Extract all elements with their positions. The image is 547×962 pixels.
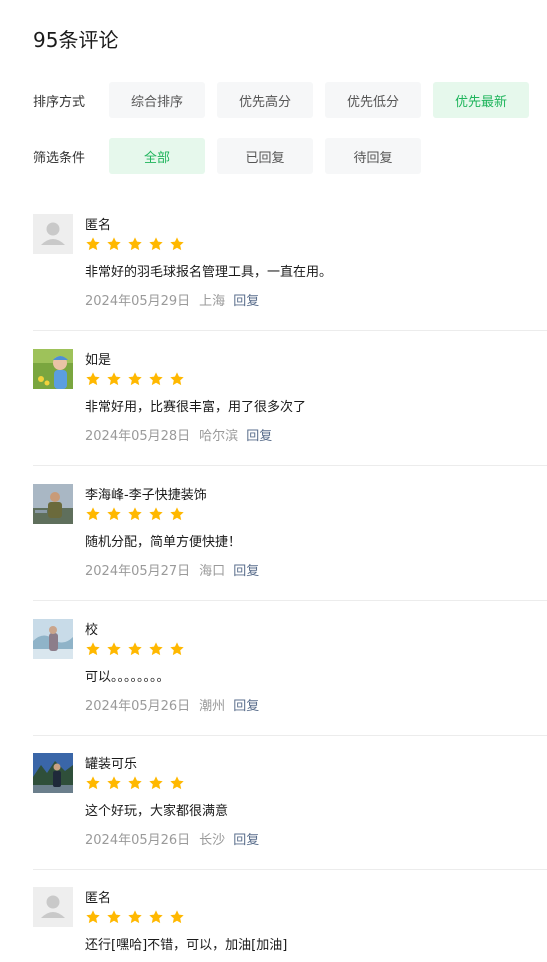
rating-stars <box>85 236 190 252</box>
star-icon <box>149 910 163 924</box>
default-avatar-icon[interactable] <box>33 887 73 927</box>
sort-row: 排序方式 综合排序 优先高分 优先低分 优先最新 <box>33 82 541 118</box>
star-icon <box>170 507 184 521</box>
review-item: 匿名 还行[嘿哈]不错，可以，加油[加油] <box>33 869 547 962</box>
review-username[interactable]: 罐装可乐 <box>85 753 137 772</box>
review-username[interactable]: 匿名 <box>85 887 111 906</box>
review-location: 哈尔滨 <box>199 429 239 444</box>
default-avatar-icon[interactable] <box>33 214 73 254</box>
filter-option-replied[interactable]: 已回复 <box>217 138 313 174</box>
review-username[interactable]: 如是 <box>85 349 111 368</box>
reply-button[interactable]: 回复 <box>246 425 272 444</box>
reply-button[interactable]: 回复 <box>233 829 259 848</box>
review-date: 2024年05月26日 <box>85 833 191 848</box>
review-text: 这个好玩，大家都很满意 <box>85 804 229 819</box>
rating-stars <box>85 641 190 657</box>
review-date: 2024年05月26日 <box>85 699 191 714</box>
review-meta: 2024年05月29日 上海 回复 <box>85 290 259 309</box>
reply-button[interactable]: 回复 <box>233 290 259 309</box>
star-icon <box>149 372 163 386</box>
star-icon <box>170 776 184 790</box>
review-username[interactable]: 匿名 <box>85 214 111 233</box>
star-icon <box>149 507 163 521</box>
star-icon <box>128 776 142 790</box>
review-item: 罐装可乐 这个好玩，大家都很满意 2024年05月26日 长沙 回复 <box>33 735 547 870</box>
review-text: 非常好用，比赛很丰富，用了很多次了 <box>85 400 307 415</box>
user-avatar[interactable] <box>33 619 73 659</box>
review-username[interactable]: 李海峰-李子快捷装饰 <box>85 484 207 503</box>
star-icon <box>107 237 121 251</box>
review-item: 如是 非常好用，比赛很丰富，用了很多次了 2024年05月28日 哈尔滨 回复 <box>33 331 547 466</box>
reply-button[interactable]: 回复 <box>233 695 259 714</box>
rating-stars <box>85 371 190 387</box>
star-icon <box>107 372 121 386</box>
filter-row: 筛选条件 全部 已回复 待回复 <box>33 138 433 174</box>
star-icon <box>170 372 184 386</box>
review-text: 还行[嘿哈]不错，可以，加油[加油] <box>85 938 288 953</box>
user-avatar[interactable] <box>33 484 73 524</box>
star-icon <box>170 237 184 251</box>
review-text: 随机分配，简单方便快捷！ <box>85 535 242 550</box>
rating-stars <box>85 506 190 522</box>
review-username[interactable]: 校 <box>85 619 98 638</box>
filter-option-pending[interactable]: 待回复 <box>325 138 421 174</box>
sort-option-newest[interactable]: 优先最新 <box>433 82 529 118</box>
star-icon <box>86 642 100 656</box>
review-meta: 2024年05月27日 海口 回复 <box>85 560 259 579</box>
star-icon <box>128 642 142 656</box>
review-location: 长沙 <box>199 833 226 848</box>
star-icon <box>107 910 121 924</box>
review-text: 可以。。。。。。。。 <box>85 670 170 685</box>
star-icon <box>107 776 121 790</box>
reply-button[interactable]: 回复 <box>233 560 259 579</box>
review-item: 李海峰-李子快捷装饰 随机分配，简单方便快捷！ 2024年05月27日 海口 回… <box>33 466 547 601</box>
review-location: 上海 <box>199 294 226 309</box>
star-icon <box>170 910 184 924</box>
star-icon <box>128 910 142 924</box>
star-icon <box>107 507 121 521</box>
review-meta: 2024年05月26日 长沙 回复 <box>85 829 259 848</box>
star-icon <box>128 237 142 251</box>
star-icon <box>149 237 163 251</box>
star-icon <box>86 507 100 521</box>
rating-stars <box>85 909 190 925</box>
star-icon <box>86 776 100 790</box>
star-icon <box>128 372 142 386</box>
rating-stars <box>85 775 190 791</box>
star-icon <box>149 642 163 656</box>
star-icon <box>86 372 100 386</box>
star-icon <box>86 910 100 924</box>
star-icon <box>86 237 100 251</box>
review-date: 2024年05月28日 <box>85 429 191 444</box>
review-meta: 2024年05月28日 哈尔滨 回复 <box>85 425 272 444</box>
star-icon <box>149 776 163 790</box>
review-item: 匿名 非常好的羽毛球报名管理工具，一直在用。 2024年05月29日 上海 回复 <box>33 196 547 331</box>
sort-option-comprehensive[interactable]: 综合排序 <box>109 82 205 118</box>
review-location: 潮州 <box>199 699 226 714</box>
sort-option-high-score[interactable]: 优先高分 <box>217 82 313 118</box>
star-icon <box>128 507 142 521</box>
sort-label: 排序方式 <box>33 94 86 110</box>
star-icon <box>170 642 184 656</box>
review-date: 2024年05月27日 <box>85 564 191 579</box>
sort-option-low-score[interactable]: 优先低分 <box>325 82 421 118</box>
review-text: 非常好的羽毛球报名管理工具，一直在用。 <box>85 265 333 280</box>
user-avatar[interactable] <box>33 349 73 389</box>
review-item: 校 可以。。。。。。。。 2024年05月26日 潮州 回复 <box>33 601 547 736</box>
filter-label: 筛选条件 <box>33 150 86 166</box>
page-title: 95条评论 <box>33 28 119 52</box>
review-date: 2024年05月29日 <box>85 294 191 309</box>
user-avatar[interactable] <box>33 753 73 793</box>
star-icon <box>107 642 121 656</box>
review-meta: 2024年05月26日 潮州 回复 <box>85 695 259 714</box>
filter-option-all[interactable]: 全部 <box>109 138 205 174</box>
review-location: 海口 <box>199 564 226 579</box>
